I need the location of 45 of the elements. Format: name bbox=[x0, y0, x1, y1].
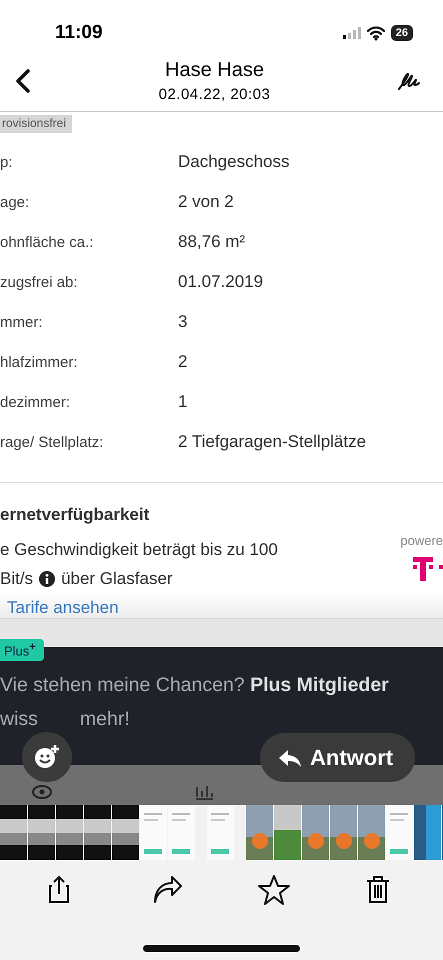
promo-text: mehr! bbox=[80, 708, 130, 731]
detail-value: 3 bbox=[178, 312, 188, 332]
connection-type: über Glasfaser bbox=[61, 568, 173, 588]
time: 11:09 bbox=[55, 22, 103, 44]
logo bbox=[413, 557, 443, 581]
detail-label: age: bbox=[0, 194, 30, 210]
detail-value: Dachgeschoss bbox=[178, 152, 291, 172]
wifi-icon bbox=[366, 26, 385, 40]
detail-value: 2 Tiefgaragen-Stellplätze bbox=[178, 432, 368, 452]
back-button[interactable] bbox=[14, 68, 32, 94]
detail-value: 2 von 2 bbox=[178, 192, 235, 212]
speed-unit: Bit/s bbox=[0, 568, 34, 588]
forward-button[interactable] bbox=[152, 874, 185, 906]
detail-value: 01.07.2019 bbox=[178, 272, 264, 292]
detail-value: 88,76 m² bbox=[178, 232, 246, 252]
detail-value: 2 bbox=[178, 352, 188, 372]
forward-icon bbox=[152, 874, 185, 906]
detail-label: zugsfrei ab: bbox=[0, 274, 79, 290]
signal-icon bbox=[342, 27, 361, 39]
detail-label: p: bbox=[0, 154, 14, 170]
detail-label: hlafzimmer: bbox=[0, 354, 79, 370]
reply-arrow-icon bbox=[278, 748, 302, 768]
speed-text: e Geschwindigkeit beträgt bis zu 100 bbox=[0, 538, 278, 560]
battery-level: 26 bbox=[390, 25, 413, 41]
detail-label: mmer: bbox=[0, 314, 44, 330]
section-title: ernetverfügbarkeit bbox=[0, 505, 150, 526]
chart-icon[interactable] bbox=[196, 785, 213, 800]
info-icon[interactable] bbox=[39, 570, 56, 586]
eye-icon[interactable] bbox=[32, 785, 52, 799]
plus-badge: Plus$^{+}$ bbox=[0, 639, 44, 662]
tariff-link[interactable]: Tarife ansehen bbox=[7, 598, 119, 618]
promo-text: Vie stehen meine Chancen? Plus Mitglieder bbox=[0, 674, 390, 697]
tag-label: rovisionsfrei bbox=[0, 115, 72, 133]
smiley-plus-icon bbox=[33, 744, 61, 770]
detail-label: rage/ Stellplatz: bbox=[0, 434, 104, 450]
favorite-button[interactable] bbox=[258, 874, 290, 906]
detail-label: dezimmer: bbox=[0, 394, 72, 410]
message-date: 02.04.22, 20:03 bbox=[158, 86, 270, 102]
favorite-icon bbox=[258, 874, 290, 906]
reply-button[interactable]: Antwort bbox=[260, 733, 416, 782]
detail-label: ohnfläche ca.: bbox=[0, 234, 94, 250]
promo-text: wiss bbox=[0, 708, 38, 731]
sender-name: Hase Hase bbox=[165, 58, 264, 82]
powered-by-text: powere bbox=[400, 533, 443, 548]
detail-value: 1 bbox=[178, 392, 188, 412]
